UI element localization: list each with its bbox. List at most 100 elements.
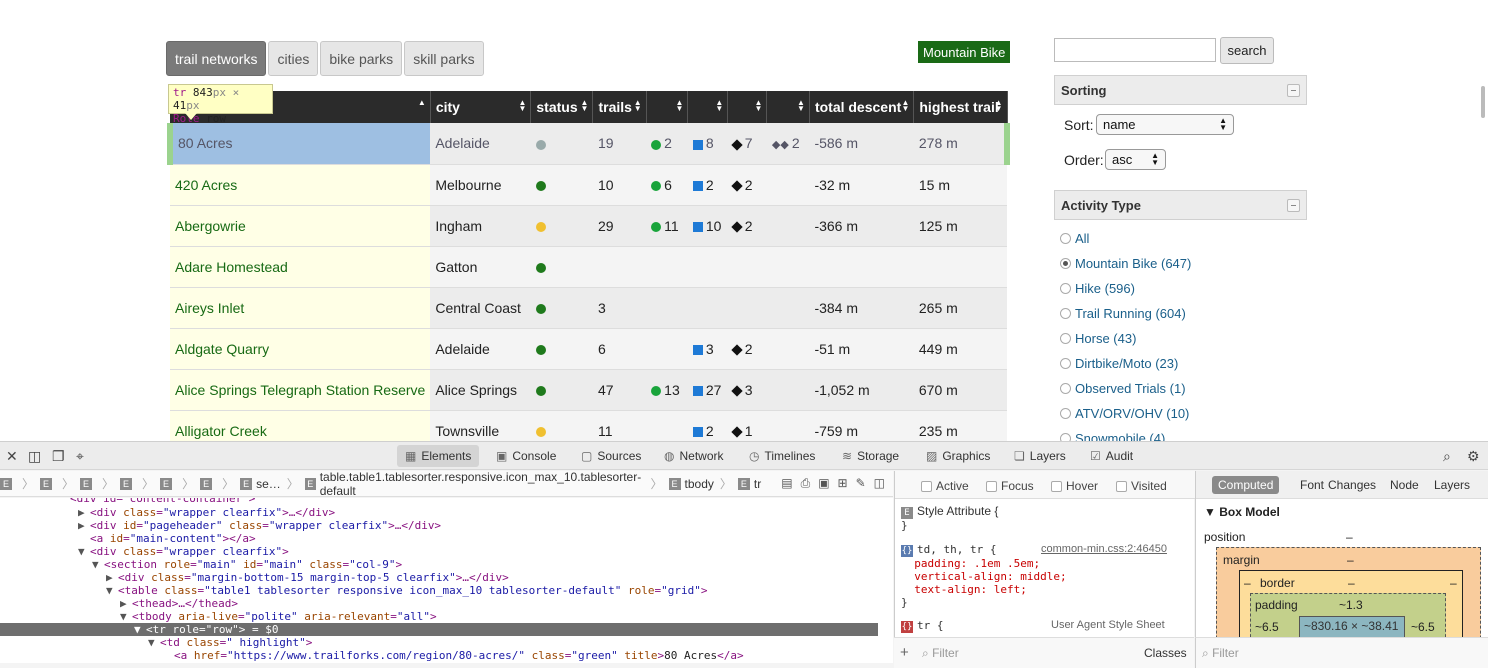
- classes-button[interactable]: Classes: [1144, 646, 1187, 660]
- dom-line[interactable]: ▼ <div class="wrapper clearfix">: [78, 545, 289, 558]
- breadcrumb-item[interactable]: E: [200, 477, 216, 490]
- activity-option[interactable]: Dirtbike/Moto (23): [1060, 351, 1191, 376]
- cell-name[interactable]: Abergowrie: [170, 205, 431, 247]
- dom-tools-icons[interactable]: ▤⎙▣⊞✎◫: [781, 476, 893, 491]
- breadcrumb-item[interactable]: E: [40, 477, 56, 490]
- dom-line[interactable]: ▶ <thead>…</thead>: [120, 597, 238, 610]
- breadcrumb-item[interactable]: E: [160, 477, 176, 490]
- close-icon[interactable]: ✕: [6, 448, 18, 465]
- add-rule-icon[interactable]: +: [900, 644, 909, 661]
- table-row[interactable]: Aireys Inlet Central Coast 3 -384 m 265 m: [170, 287, 1007, 329]
- tab-console[interactable]: ▣ Console: [488, 445, 564, 467]
- gear-icon[interactable]: ⚙: [1467, 448, 1480, 465]
- tab-timelines[interactable]: ◷ Timelines: [741, 445, 823, 467]
- col-blue[interactable]: ▲ ▼: [687, 91, 729, 123]
- tab-skill-parks[interactable]: skill parks: [404, 41, 484, 76]
- cell-name[interactable]: Adare Homestead: [170, 246, 431, 288]
- breadcrumb-item[interactable]: E: [80, 477, 96, 490]
- dom-line[interactable]: <a href="https://www.trailforks.com/regi…: [174, 649, 744, 662]
- table-row[interactable]: Adare Homestead Gatton: [170, 246, 1007, 288]
- pseudo-focus[interactable]: Focus: [986, 479, 1034, 493]
- cell-name[interactable]: Alligator Creek: [170, 410, 431, 441]
- tab-cities[interactable]: cities: [268, 41, 319, 76]
- search-button[interactable]: search: [1220, 37, 1274, 64]
- breadcrumb-item[interactable]: E: [120, 477, 136, 490]
- radio-icon[interactable]: [1060, 408, 1071, 419]
- dom-line[interactable]: <div id="content-container">: [70, 498, 255, 505]
- radio-icon[interactable]: [1060, 283, 1071, 294]
- table-row[interactable]: Abergowrie Ingham 29 11 10 2 -366 m 125 m: [170, 205, 1007, 247]
- cell-name[interactable]: Aireys Inlet: [170, 287, 431, 329]
- col-total-descent[interactable]: total descent ▲ ▼: [809, 91, 915, 123]
- table-row[interactable]: Alice Springs Telegraph Station Reserve A…: [170, 369, 1007, 411]
- computed-filter-input[interactable]: ⌕ Filter: [1202, 646, 1239, 661]
- tab-elements[interactable]: ▦ Elements: [397, 445, 480, 467]
- breadcrumb-item[interactable]: Etr: [737, 477, 761, 491]
- activity-option[interactable]: ATV/ORV/OHV (10): [1060, 401, 1191, 426]
- style-attribute-rule[interactable]: E Style Attribute {}: [901, 505, 998, 532]
- dom-line[interactable]: ▶ <div id="pageheader" class="wrapper cle…: [78, 519, 441, 532]
- radio-icon[interactable]: [1060, 333, 1071, 344]
- dom-line-selected[interactable]: ▼ <tr role="row"> = $0: [134, 623, 278, 636]
- ua-rule[interactable]: {} tr { User Agent Style Sheet: [901, 619, 1189, 633]
- page-scrollbar[interactable]: [1481, 86, 1485, 118]
- dom-line[interactable]: ▼ <section role="main" id="main" class="c…: [92, 558, 402, 571]
- tab-changes[interactable]: Changes: [1322, 476, 1382, 494]
- radio-icon[interactable]: [1060, 433, 1071, 441]
- pseudo-active[interactable]: Active: [921, 479, 969, 493]
- tab-network[interactable]: ◍ Network: [656, 445, 732, 467]
- col-trails[interactable]: trails ▲ ▼: [592, 91, 647, 123]
- radio-icon[interactable]: [1060, 358, 1071, 369]
- dom-line[interactable]: ▼ <tbody aria-live="polite" aria-relevant…: [120, 610, 437, 623]
- undock-icon[interactable]: ❐: [52, 448, 65, 465]
- tab-bike-parks[interactable]: bike parks: [320, 41, 403, 76]
- radio-icon[interactable]: [1060, 383, 1071, 394]
- tab-node[interactable]: Node: [1384, 476, 1425, 494]
- table-row[interactable]: Alligator Creek Townsville 11 2 1 -759 m 235 m: [170, 410, 1007, 441]
- collapse-icon[interactable]: [1287, 199, 1300, 212]
- cell-name[interactable]: Alice Springs Telegraph Station Reserve: [170, 369, 431, 411]
- dock-icon[interactable]: ◫: [28, 448, 41, 465]
- activity-option[interactable]: Mountain Bike (647): [1060, 251, 1191, 276]
- col-green[interactable]: ▲ ▼: [646, 91, 689, 123]
- pseudo-hover[interactable]: Hover: [1051, 479, 1098, 493]
- collapse-icon[interactable]: [1287, 84, 1300, 97]
- dom-line[interactable]: ▼ <td class=" highlight">: [148, 636, 312, 649]
- col-status[interactable]: status ▲ ▼: [530, 91, 594, 123]
- cell-name[interactable]: Aldgate Quarry: [170, 328, 431, 370]
- search-icon[interactable]: ⌕: [1443, 448, 1451, 465]
- tab-layers[interactable]: ❏ Layers: [1006, 445, 1074, 467]
- activity-option[interactable]: Horse (43): [1060, 326, 1191, 351]
- breadcrumb-item[interactable]: Etbody: [668, 477, 714, 491]
- rule-source-link[interactable]: common-min.css:2:46450: [1041, 543, 1167, 556]
- col-dblack[interactable]: ▲ ▼: [766, 91, 810, 123]
- dom-line[interactable]: ▶ <div class="margin-bottom-15 margin-top…: [106, 571, 509, 584]
- styles-filter-input[interactable]: ⌕ Filter: [922, 646, 959, 661]
- box-model-title[interactable]: ▼ Box Model: [1204, 505, 1280, 519]
- col-black[interactable]: ▲ ▼: [727, 91, 768, 123]
- dom-line[interactable]: ▼ <table class="table1 tablesorter respon…: [106, 584, 707, 597]
- crosshair-icon[interactable]: ⌖: [76, 448, 84, 465]
- css-rule[interactable]: {} td, th, tr { common-min.css:2:46450 pa…: [901, 543, 1189, 609]
- activity-panel-header[interactable]: Activity Type: [1054, 190, 1307, 220]
- activity-option[interactable]: All: [1060, 226, 1191, 251]
- pseudo-visited[interactable]: Visited: [1116, 479, 1167, 493]
- dom-line[interactable]: <a id="main-content"></a>: [90, 532, 256, 545]
- order-select[interactable]: asc ▲ ▼: [1105, 149, 1166, 170]
- tab-audit[interactable]: ☑ Audit: [1082, 445, 1141, 467]
- tab-layers-computed[interactable]: Layers: [1428, 476, 1476, 494]
- breadcrumb-item[interactable]: Etable.table1.tablesorter.responsive.ico…: [304, 470, 645, 498]
- cell-name[interactable]: 420 Acres: [170, 164, 431, 206]
- activity-option[interactable]: Hike (596): [1060, 276, 1191, 301]
- cell-name[interactable]: 80 Acres: [166, 123, 431, 165]
- search-input[interactable]: [1054, 38, 1216, 62]
- col-city[interactable]: city ▲ ▼: [430, 91, 532, 123]
- breadcrumb-item[interactable]: E: [0, 477, 16, 490]
- col-highest-trail[interactable]: highest trail ▲ ▼: [913, 91, 1008, 123]
- sort-select[interactable]: name ▲ ▼: [1096, 114, 1234, 135]
- table-row[interactable]: 80 Acres Adelaide 19 2 8 7 ◆◆ 2 -586 m 278 m: [166, 123, 1011, 165]
- tab-storage[interactable]: ≋ Storage: [834, 445, 907, 467]
- table-row[interactable]: 420 Acres Melbourne 10 6 2 2 -32 m 15 m: [170, 164, 1007, 206]
- activity-option[interactable]: Snowmobile (4): [1060, 426, 1191, 441]
- radio-icon[interactable]: [1060, 258, 1071, 269]
